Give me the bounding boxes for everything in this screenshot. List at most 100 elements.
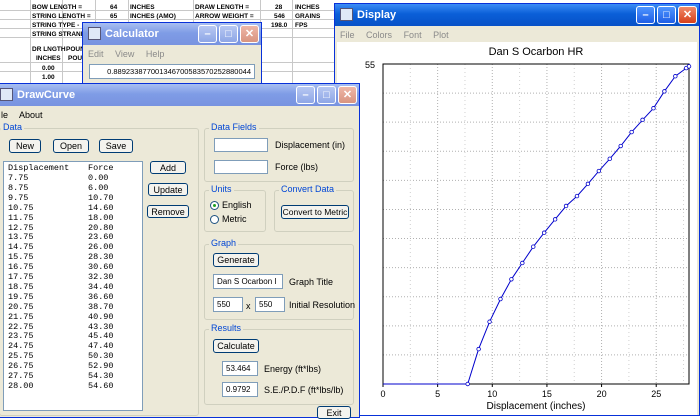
menu-plot[interactable]: Plot [433,30,449,40]
open-button[interactable]: Open [53,139,89,153]
menu-help[interactable]: Help [146,49,165,59]
close-icon[interactable]: ✕ [678,6,697,24]
force-cell: 0.00 [88,173,109,183]
remove-button[interactable]: Remove [147,205,189,218]
list-item[interactable]: 21.75 40.90 [8,311,114,322]
force-cell: 23.60 [88,232,114,243]
english-radio[interactable] [210,201,219,210]
data-point [487,319,492,324]
spreadsheet-cell: GRAINS [295,13,321,20]
add-button[interactable]: Add [150,161,186,174]
sepdf-output: 0.9792 [222,382,258,397]
resolution-x-input[interactable]: 550 [213,297,243,312]
list-item[interactable]: 28.00 54.60 [8,380,114,391]
x-tick-label: 25 [651,389,661,399]
spreadsheet-cell: 198.0 [271,22,288,29]
maximize-icon[interactable]: □ [657,6,676,24]
menu-file[interactable]: le [1,110,8,120]
list-item[interactable]: 20.75 38.70 [8,301,114,312]
list-item[interactable]: 27.75 54.30 [8,372,114,381]
force-cell: 52.90 [88,361,114,372]
list-item[interactable]: 22.75 43.30 [8,322,114,332]
menu-colors[interactable]: Colors [366,30,392,40]
displacement-cell: 28.00 [8,380,34,391]
calculate-button[interactable]: Calculate [213,339,259,353]
spreadsheet-cell: BOW LENGTH = [32,4,83,11]
list-item[interactable]: 10.75 14.60 [8,203,114,213]
force-cell: 45.40 [88,331,114,342]
list-item[interactable]: 16.75 30.60 [8,263,114,272]
displacement-cell: 21.75 [8,311,34,322]
close-icon[interactable]: ✕ [338,86,357,104]
y-tick-label: 55 [365,60,375,70]
calculator-titlebar[interactable]: Calculator – □ ✕ [83,23,261,45]
menu-about[interactable]: About [19,110,43,120]
list-item[interactable]: 23.75 45.40 [8,332,114,341]
menu-file[interactable]: File [340,30,355,40]
data-point [585,181,591,187]
menu-font[interactable]: Font [404,30,422,40]
menu-edit[interactable]: Edit [88,49,104,59]
update-button[interactable]: Update [148,183,188,196]
exit-button[interactable]: Exit [317,406,351,419]
calculator-display: 0.889233877001346700583570252880044 [89,64,255,79]
maximize-icon[interactable]: □ [317,86,336,104]
force-cell: 54.60 [88,380,114,391]
list-item[interactable]: 9.75 10.70 [8,192,114,203]
displacement-cell: 12.75 [8,222,34,233]
list-item[interactable]: 24.75 47.40 [8,342,114,351]
resolution-y-input[interactable]: 550 [255,297,285,312]
displacement-input[interactable] [214,138,268,152]
plot-frame [382,63,690,385]
displacement-cell: 24.75 [8,341,34,352]
header-displacement: Displacement [8,163,70,173]
data-fields-label: Data Fields [209,122,259,132]
list-item[interactable]: 15.75 28.30 [8,253,114,262]
force-input[interactable] [214,160,268,174]
data-point [651,106,656,111]
maximize-icon[interactable]: □ [219,25,238,43]
force-cell: 40.90 [88,311,114,322]
convert-to-metric-button[interactable]: Convert to Metric [281,205,349,219]
list-item[interactable]: 25.75 50.30 [8,352,114,361]
force-cell: 47.40 [88,341,114,352]
displacement-cell: 8.75 [8,182,29,193]
list-item[interactable]: 12.75 20.80 [8,222,114,233]
close-icon[interactable]: ✕ [240,25,259,43]
list-item[interactable]: 26.75 52.90 [8,362,114,371]
displacement-cell: 13.75 [8,232,34,243]
minimize-icon[interactable]: – [296,86,315,104]
list-item[interactable]: 13.75 23.60 [8,233,114,242]
graph-title-input[interactable]: Dan S Ocarbon I [213,274,283,289]
save-button[interactable]: Save [99,139,133,153]
data-point [563,203,569,209]
sepdf-label: S.E./P.D.F (ft*lbs/lb) [264,385,344,395]
data-point [629,129,634,135]
new-button[interactable]: New [9,139,41,153]
spreadsheet-cell: INCHES (AMO) [130,13,176,20]
data-point [686,64,692,69]
list-item[interactable]: 11.75 18.00 [8,213,114,223]
display-titlebar[interactable]: Display – □ ✕ [335,4,699,26]
list-item[interactable]: 19.75 36.60 [8,292,114,302]
spreadsheet-cell: ARROW WEIGHT = [195,13,254,20]
data-listbox[interactable]: Displacement Force 7.75 0.00 8.75 6.00 9.75 10… [3,161,143,411]
drawcurve-titlebar[interactable]: DrawCurve – □ ✕ [0,84,359,106]
spreadsheet-cell: 28 [275,4,283,11]
metric-radio[interactable] [210,215,219,224]
display-app-icon [340,8,353,21]
list-item[interactable]: 7.75 0.00 [8,174,108,183]
list-item[interactable]: 14.75 26.00 [8,243,114,252]
data-point [618,143,623,149]
list-item[interactable]: 18.75 34.40 [8,282,114,292]
minimize-icon[interactable]: – [636,6,655,24]
generate-button[interactable]: Generate [213,253,259,267]
minimize-icon[interactable]: – [198,25,217,43]
force-curve-line [383,65,690,385]
menu-view[interactable]: View [115,49,134,59]
list-item[interactable]: 8.75 6.00 [8,182,108,193]
displacement-cell: 20.75 [8,301,34,312]
force-cell: 28.30 [88,252,114,263]
list-item[interactable]: 17.75 32.30 [8,273,114,282]
displacement-cell: 9.75 [8,192,29,203]
